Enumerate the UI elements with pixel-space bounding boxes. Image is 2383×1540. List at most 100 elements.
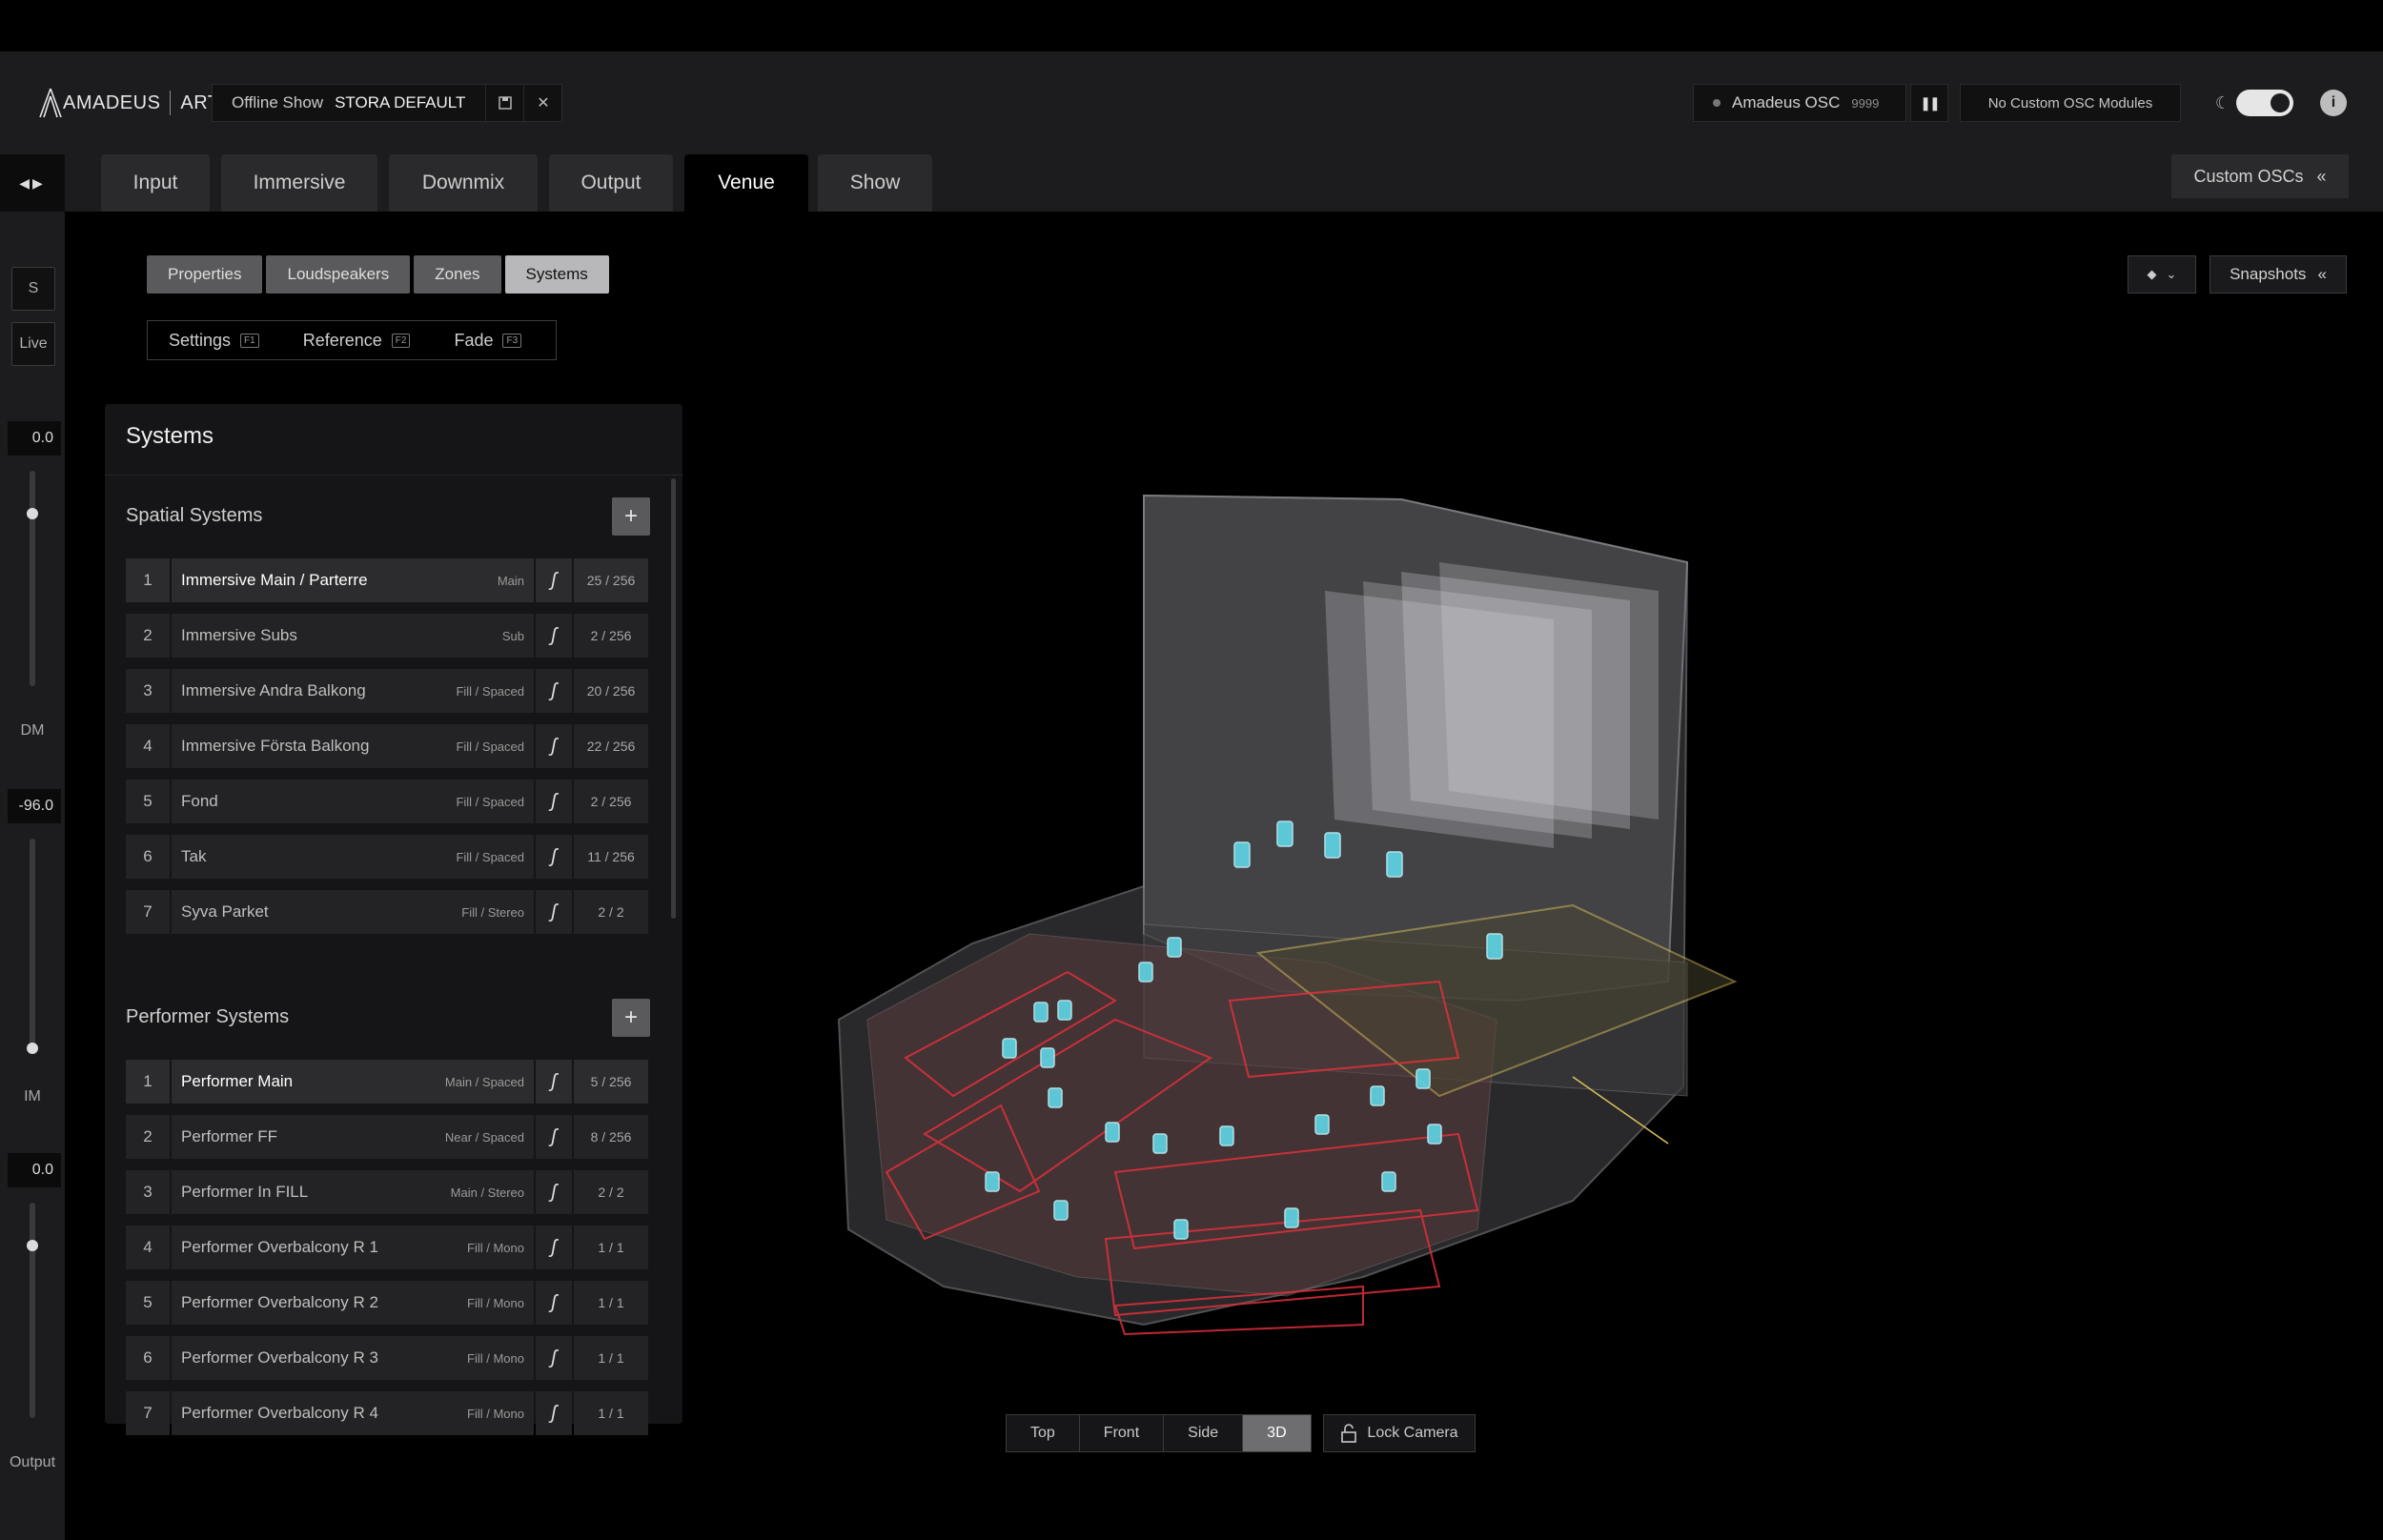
system-row[interactable]: 7 Syva Parket Fill / Stereo ʃ 2 / 2	[126, 890, 648, 934]
row-name-cell[interactable]: Performer Overbalcony R 1 Fill / Mono	[172, 1226, 534, 1269]
output-fader-track[interactable]	[30, 1203, 35, 1418]
system-name: Performer Overbalcony R 2	[181, 1293, 378, 1311]
curve-icon[interactable]: ʃ	[536, 1115, 572, 1159]
row-name-cell[interactable]: Performer Main Main / Spaced	[172, 1060, 534, 1104]
row-name-cell[interactable]: Syva Parket Fill / Stereo	[172, 890, 534, 934]
layers-dropdown[interactable]: ◆ ⌄	[2128, 255, 2196, 294]
collapse-arrows-icon[interactable]: ◀▶	[0, 154, 65, 212]
custom-oscs-button[interactable]: Custom OSCs «	[2171, 154, 2349, 198]
curve-icon[interactable]: ʃ	[536, 1060, 572, 1104]
subtab-zones[interactable]: Zones	[414, 255, 501, 294]
show-selector[interactable]: Offline Show STORA DEFAULT ✕	[212, 84, 562, 122]
row-name-cell[interactable]: Tak Fill / Spaced	[172, 835, 534, 879]
speaker-count: 2 / 2	[574, 1170, 648, 1214]
system-row[interactable]: 5 Fond Fill / Spaced ʃ 2 / 256	[126, 780, 648, 823]
row-name-cell[interactable]: Performer Overbalcony R 4 Fill / Mono	[172, 1391, 534, 1435]
view-side-button[interactable]: Side	[1164, 1415, 1244, 1451]
row-name-cell[interactable]: Fond Fill / Spaced	[172, 780, 534, 823]
system-row[interactable]: 5 Performer Overbalcony R 2 Fill / Mono ʃ 1 …	[126, 1281, 648, 1325]
mode-reference-label: Reference	[302, 330, 382, 350]
tab-show[interactable]: Show	[818, 154, 932, 212]
im-fader-track[interactable]	[30, 839, 35, 1054]
system-row[interactable]: 4 Immersive Första Balkong Fill / Spaced ʃ 2…	[126, 724, 648, 768]
curve-icon[interactable]: ʃ	[536, 1281, 572, 1325]
dm-fader-track[interactable]	[30, 471, 35, 686]
system-row[interactable]: 2 Immersive Subs Sub ʃ 2 / 256	[126, 614, 648, 658]
system-row[interactable]: 3 Immersive Andra Balkong Fill / Spaced ʃ 20…	[126, 669, 648, 713]
close-icon[interactable]: ✕	[523, 85, 562, 121]
mode-settings[interactable]: Settings F1	[169, 331, 259, 351]
save-icon[interactable]	[485, 85, 524, 121]
curve-icon[interactable]: ʃ	[536, 669, 572, 713]
output-fader-knob[interactable]	[27, 1239, 38, 1251]
snapshots-label: Snapshots	[2230, 265, 2307, 283]
row-name-cell[interactable]: Performer In FILL Main / Stereo	[172, 1170, 534, 1214]
panel-scrollbar[interactable]	[671, 478, 676, 919]
curve-icon[interactable]: ʃ	[536, 890, 572, 934]
system-row[interactable]: 4 Performer Overbalcony R 1 Fill / Mono ʃ 1 …	[126, 1226, 648, 1269]
subtab-loudspeakers[interactable]: Loudspeakers	[266, 255, 411, 294]
mode-reference[interactable]: Reference F2	[303, 331, 411, 351]
curve-icon[interactable]: ʃ	[536, 1336, 572, 1380]
info-icon[interactable]: i	[2320, 90, 2347, 116]
view-3d-button[interactable]: 3D	[1243, 1415, 1311, 1451]
curve-icon[interactable]: ʃ	[536, 1391, 572, 1435]
row-name-cell[interactable]: Performer Overbalcony R 2 Fill / Mono	[172, 1281, 534, 1325]
speaker-count: 2 / 256	[574, 780, 648, 823]
row-name-cell[interactable]: Immersive Subs Sub	[172, 614, 534, 658]
custom-osc-modules-button[interactable]: No Custom OSC Modules	[1960, 84, 2181, 122]
im-fader-knob[interactable]	[27, 1043, 38, 1054]
output-label: Output	[9, 1454, 56, 1470]
theme-toggle[interactable]	[2236, 90, 2293, 116]
im-value[interactable]: -96.0	[8, 789, 61, 823]
system-row[interactable]: 6 Performer Overbalcony R 3 Fill / Mono ʃ 1 …	[126, 1336, 648, 1380]
snapshots-button[interactable]: Snapshots «	[2210, 255, 2347, 294]
row-name-cell[interactable]: Immersive Första Balkong Fill / Spaced	[172, 724, 534, 768]
add-performer-system-button[interactable]: +	[612, 999, 650, 1037]
curve-icon[interactable]: ʃ	[536, 835, 572, 879]
mode-fade[interactable]: Fade F3	[454, 331, 522, 351]
venue-3d-model[interactable]	[829, 486, 1802, 1344]
solo-button[interactable]: S	[11, 267, 55, 311]
lock-camera-button[interactable]: Lock Camera	[1323, 1414, 1476, 1452]
row-name-cell[interactable]: Performer Overbalcony R 3 Fill / Mono	[172, 1336, 534, 1380]
osc-status[interactable]: Amadeus OSC 9999	[1693, 84, 1906, 122]
output-value[interactable]: 0.0	[8, 1153, 61, 1187]
tab-input[interactable]: Input	[101, 154, 210, 212]
tab-immersive[interactable]: Immersive	[221, 154, 377, 212]
mode-bar: Settings F1 Reference F2 Fade F3	[147, 320, 557, 360]
curve-icon[interactable]: ʃ	[536, 1170, 572, 1214]
row-name-cell[interactable]: Immersive Main / Parterre Main	[172, 558, 534, 602]
system-row[interactable]: 7 Performer Overbalcony R 4 Fill / Mono ʃ 1 …	[126, 1391, 648, 1435]
row-name-cell[interactable]: Performer FF Near / Spaced	[172, 1115, 534, 1159]
curve-icon[interactable]: ʃ	[536, 780, 572, 823]
view-top-button[interactable]: Top	[1007, 1415, 1080, 1451]
system-row[interactable]: 3 Performer In FILL Main / Stereo ʃ 2 / 2	[126, 1170, 648, 1214]
tab-output[interactable]: Output	[549, 154, 673, 212]
curve-icon[interactable]: ʃ	[536, 558, 572, 602]
add-spatial-system-button[interactable]: +	[612, 497, 650, 536]
view-front-button[interactable]: Front	[1079, 1415, 1165, 1451]
system-name: Tak	[181, 847, 207, 865]
tab-downmix[interactable]: Downmix	[389, 154, 538, 212]
dm-fader-knob[interactable]	[27, 507, 38, 519]
subtab-systems[interactable]: Systems	[504, 255, 609, 294]
speaker-count: 20 / 256	[574, 669, 648, 713]
system-type: Fill / Mono	[467, 1406, 524, 1421]
dm-value[interactable]: 0.0	[8, 421, 61, 456]
panel-title: Systems	[126, 423, 214, 449]
tab-venue[interactable]: Venue	[684, 154, 808, 212]
curve-icon[interactable]: ʃ	[536, 724, 572, 768]
system-row[interactable]: 6 Tak Fill / Spaced ʃ 11 / 256	[126, 835, 648, 879]
system-row[interactable]: 2 Performer FF Near / Spaced ʃ 8 / 256	[126, 1115, 648, 1159]
live-button[interactable]: Live	[11, 322, 55, 366]
system-row[interactable]: 1 Performer Main Main / Spaced ʃ 5 / 256	[126, 1060, 648, 1104]
subtab-properties[interactable]: Properties	[147, 255, 263, 294]
curve-icon[interactable]: ʃ	[536, 614, 572, 658]
row-name-cell[interactable]: Immersive Andra Balkong Fill / Spaced	[172, 669, 534, 713]
system-type: Fill / Stereo	[461, 904, 524, 920]
system-type: Fill / Mono	[467, 1240, 524, 1255]
system-row[interactable]: 1 Immersive Main / Parterre Main ʃ 25 / 256	[126, 558, 648, 602]
pause-button[interactable]: ❚❚	[1910, 84, 1948, 122]
curve-icon[interactable]: ʃ	[536, 1226, 572, 1269]
